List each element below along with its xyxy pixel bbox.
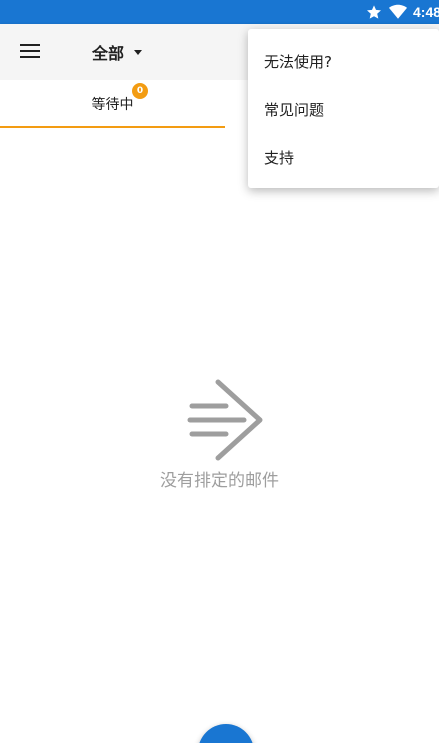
navigation-menu-button[interactable] bbox=[10, 32, 50, 72]
menu-item-label: 支持 bbox=[264, 148, 295, 167]
tab-selected-indicator bbox=[0, 126, 225, 128]
app-screen: 4:48 全部 等待中 0 没有排定的邮件 无法使用? 常见问题 支持 bbox=[0, 0, 439, 743]
status-time: 4:48 bbox=[413, 4, 439, 20]
tab-pending[interactable]: 等待中 0 bbox=[0, 80, 225, 128]
menu-item-label: 常见问题 bbox=[264, 100, 325, 119]
empty-state-message: 没有排定的邮件 bbox=[160, 471, 279, 491]
empty-state: 没有排定的邮件 bbox=[0, 376, 439, 496]
filter-label: 全部 bbox=[92, 44, 125, 63]
pending-count-badge: 0 bbox=[132, 83, 148, 99]
status-bar: 4:48 bbox=[0, 0, 439, 24]
tab-pending-label: 等待中 bbox=[91, 97, 134, 113]
wifi-icon bbox=[389, 3, 407, 21]
account-filter-dropdown[interactable]: 全部 bbox=[92, 38, 143, 66]
menu-item-not-working[interactable]: 无法使用? bbox=[248, 37, 439, 85]
overflow-menu: 无法使用? 常见问题 支持 bbox=[248, 29, 439, 188]
menu-item-faq[interactable]: 常见问题 bbox=[248, 85, 439, 133]
hamburger-menu-icon bbox=[20, 43, 40, 62]
caret-down-icon bbox=[134, 49, 143, 55]
star-icon bbox=[365, 3, 383, 21]
menu-item-support[interactable]: 支持 bbox=[248, 133, 439, 181]
send-arrow-icon bbox=[186, 378, 264, 462]
compose-fab[interactable] bbox=[198, 724, 254, 743]
menu-item-label: 无法使用? bbox=[264, 52, 332, 71]
